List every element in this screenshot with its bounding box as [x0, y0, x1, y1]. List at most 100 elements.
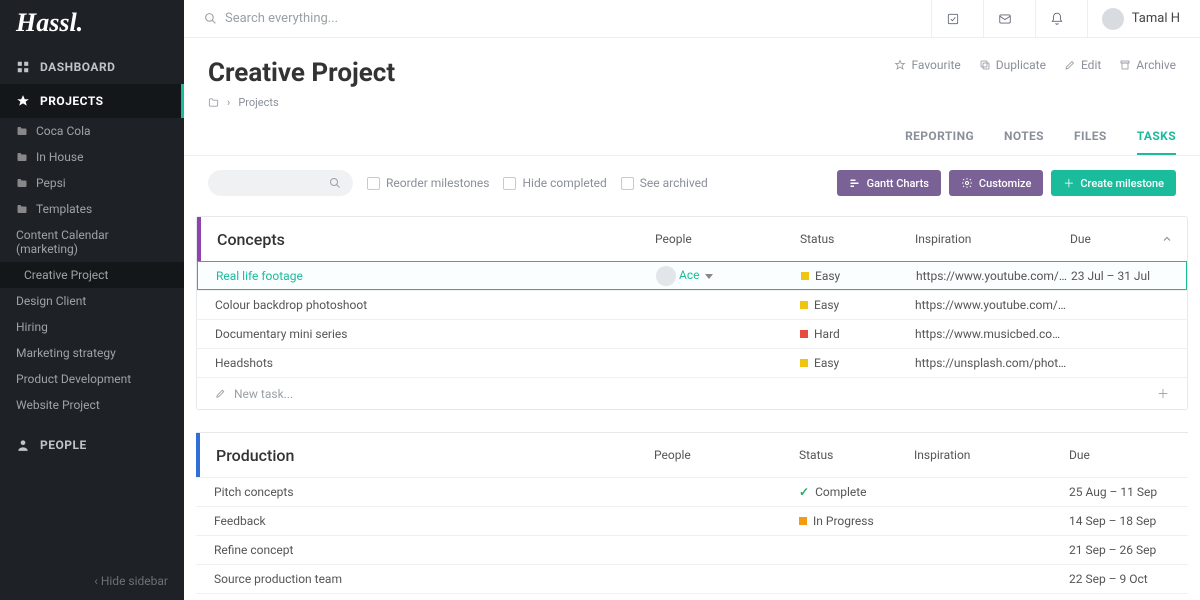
task-name: Pitch concepts — [214, 485, 654, 499]
task-status[interactable]: Easy — [800, 298, 915, 312]
task-row[interactable]: Real life footage Ace Easy https://www.y… — [197, 261, 1187, 290]
task-due[interactable]: 22 Sep – 9 Oct — [1069, 572, 1174, 586]
tab-tasks[interactable]: TASKS — [1137, 129, 1176, 155]
search-icon — [329, 177, 341, 189]
sidebar-project[interactable]: Marketing strategy — [0, 340, 184, 366]
nav-people-label: PEOPLE — [40, 438, 87, 452]
task-name: Refine concept — [214, 543, 654, 557]
milestone-header[interactable]: Concepts People Status Inspiration Due — [197, 217, 1187, 261]
task-name: Colour backdrop photoshoot — [215, 298, 655, 312]
archive-icon — [1119, 59, 1131, 71]
task-due[interactable]: 25 Aug – 11 Sep — [1069, 485, 1174, 499]
task-row[interactable]: Documentary mini series Hard https://www… — [197, 319, 1187, 348]
task-name: Feedback — [214, 514, 654, 528]
create-milestone-button[interactable]: ＋Create milestone — [1051, 170, 1176, 196]
task-inspiration[interactable]: https://www.youtube.com/watc… — [916, 269, 1071, 283]
reorder-checkbox[interactable]: Reorder milestones — [367, 176, 489, 190]
tab-files[interactable]: FILES — [1074, 129, 1107, 155]
tab-reporting[interactable]: REPORTING — [905, 129, 974, 155]
gantt-button[interactable]: Gantt Charts — [837, 170, 941, 196]
sidebar-project[interactable]: Creative Project — [0, 262, 184, 288]
task-name: Real life footage — [216, 269, 656, 283]
task-status[interactable]: Easy — [800, 356, 915, 370]
plus-icon: ＋ — [1063, 175, 1074, 191]
status-dot — [801, 272, 809, 280]
status-dot — [800, 359, 808, 367]
task-status[interactable]: In Progress — [799, 514, 914, 528]
user-menu[interactable]: Tamal H — [1087, 0, 1180, 38]
add-task-button[interactable]: ＋ — [1157, 385, 1169, 402]
task-row[interactable]: Colour backdrop photoshoot Easy https://… — [197, 290, 1187, 319]
mail-icon-button[interactable] — [983, 0, 1027, 38]
nav-dashboard[interactable]: DASHBOARD — [0, 50, 184, 84]
sidebar-project[interactable]: Product Development — [0, 366, 184, 392]
folder-icon — [208, 97, 219, 108]
folder-icon — [16, 177, 28, 189]
caret-icon — [705, 274, 713, 279]
see-archived-checkbox[interactable]: See archived — [621, 176, 708, 190]
nav-people[interactable]: PEOPLE — [0, 428, 184, 462]
tab-notes[interactable]: NOTES — [1004, 129, 1044, 155]
sidebar-project[interactable]: Content Calendar (marketing) — [0, 222, 184, 262]
sidebar-folder[interactable]: Templates — [0, 196, 184, 222]
task-people[interactable]: Ace — [656, 266, 801, 286]
task-name: Headshots — [215, 356, 655, 370]
toolbar: Reorder milestones Hide completed See ar… — [184, 156, 1200, 210]
people-icon — [16, 438, 30, 452]
favourite-button[interactable]: Favourite — [894, 58, 960, 72]
new-task-input[interactable]: New task...＋ — [197, 377, 1187, 409]
task-status[interactable]: Hard — [800, 327, 915, 341]
sidebar-project[interactable]: Design Client — [0, 288, 184, 314]
edit-button[interactable]: Edit — [1064, 58, 1101, 72]
sidebar-project[interactable]: Hiring — [0, 314, 184, 340]
archive-button[interactable]: Archive — [1119, 58, 1176, 72]
task-row[interactable]: Refine concept 21 Sep – 26 Sep — [196, 535, 1188, 564]
sidebar: Hassl. DASHBOARD PROJECTS Coca ColaIn Ho… — [0, 0, 184, 600]
task-status[interactable]: ✓Complete — [799, 485, 914, 499]
search-icon — [204, 12, 217, 25]
star-icon — [894, 59, 906, 71]
task-row[interactable]: Pitch concepts ✓Complete 25 Aug – 11 Sep — [196, 477, 1188, 506]
user-name: Tamal H — [1132, 11, 1180, 26]
filter-search[interactable] — [208, 170, 353, 196]
task-due[interactable]: 23 Jul – 31 Jul — [1071, 269, 1172, 283]
task-status[interactable]: Easy — [801, 269, 916, 283]
hide-completed-checkbox[interactable]: Hide completed — [503, 176, 606, 190]
avatar — [1102, 8, 1124, 30]
nav-projects-label: PROJECTS — [40, 94, 104, 108]
gantt-icon — [849, 177, 861, 189]
sidebar-folder[interactable]: Pepsi — [0, 170, 184, 196]
task-name: Source production team — [214, 572, 654, 586]
sidebar-project[interactable]: Website Project — [0, 392, 184, 418]
task-inspiration[interactable]: https://www.musicbed.com/blo… — [915, 327, 1070, 341]
check-icon: ✓ — [799, 485, 809, 499]
task-due[interactable]: 14 Sep – 18 Sep — [1069, 514, 1174, 528]
status-dot — [800, 330, 808, 338]
milestone-header[interactable]: Production People Status Inspiration Due — [196, 433, 1188, 477]
copy-icon — [979, 59, 991, 71]
task-inspiration[interactable]: https://unsplash.com/photos/… — [915, 356, 1070, 370]
topbar: Search everything... Tamal H — [184, 0, 1200, 38]
breadcrumb[interactable]: › Projects — [184, 88, 1200, 109]
sidebar-folder[interactable]: Coca Cola — [0, 118, 184, 144]
nav-projects[interactable]: PROJECTS — [0, 84, 184, 118]
bell-icon-button[interactable] — [1035, 0, 1079, 38]
folder-icon — [16, 125, 28, 137]
task-row[interactable]: Pre-production 13 Oct – 16 Oct — [196, 593, 1188, 600]
task-row[interactable]: Feedback In Progress 14 Sep – 18 Sep — [196, 506, 1188, 535]
customize-button[interactable]: Customize — [949, 170, 1043, 196]
search-input[interactable]: Search everything... — [204, 11, 923, 26]
chevron-up-icon[interactable] — [1161, 233, 1173, 245]
duplicate-button[interactable]: Duplicate — [979, 58, 1046, 72]
task-inspiration[interactable]: https://www.youtube.com/watc… — [915, 298, 1070, 312]
task-due[interactable]: 21 Sep – 26 Sep — [1069, 543, 1174, 557]
hide-sidebar[interactable]: ‹ Hide sidebar — [0, 562, 184, 600]
tasks-icon-button[interactable] — [931, 0, 975, 38]
avatar — [656, 266, 676, 286]
folder-icon — [16, 203, 28, 215]
folder-icon — [16, 151, 28, 163]
pencil-icon — [1064, 59, 1076, 71]
task-row[interactable]: Source production team 22 Sep – 9 Oct — [196, 564, 1188, 593]
task-row[interactable]: Headshots Easy https://unsplash.com/phot… — [197, 348, 1187, 377]
sidebar-folder[interactable]: In House — [0, 144, 184, 170]
